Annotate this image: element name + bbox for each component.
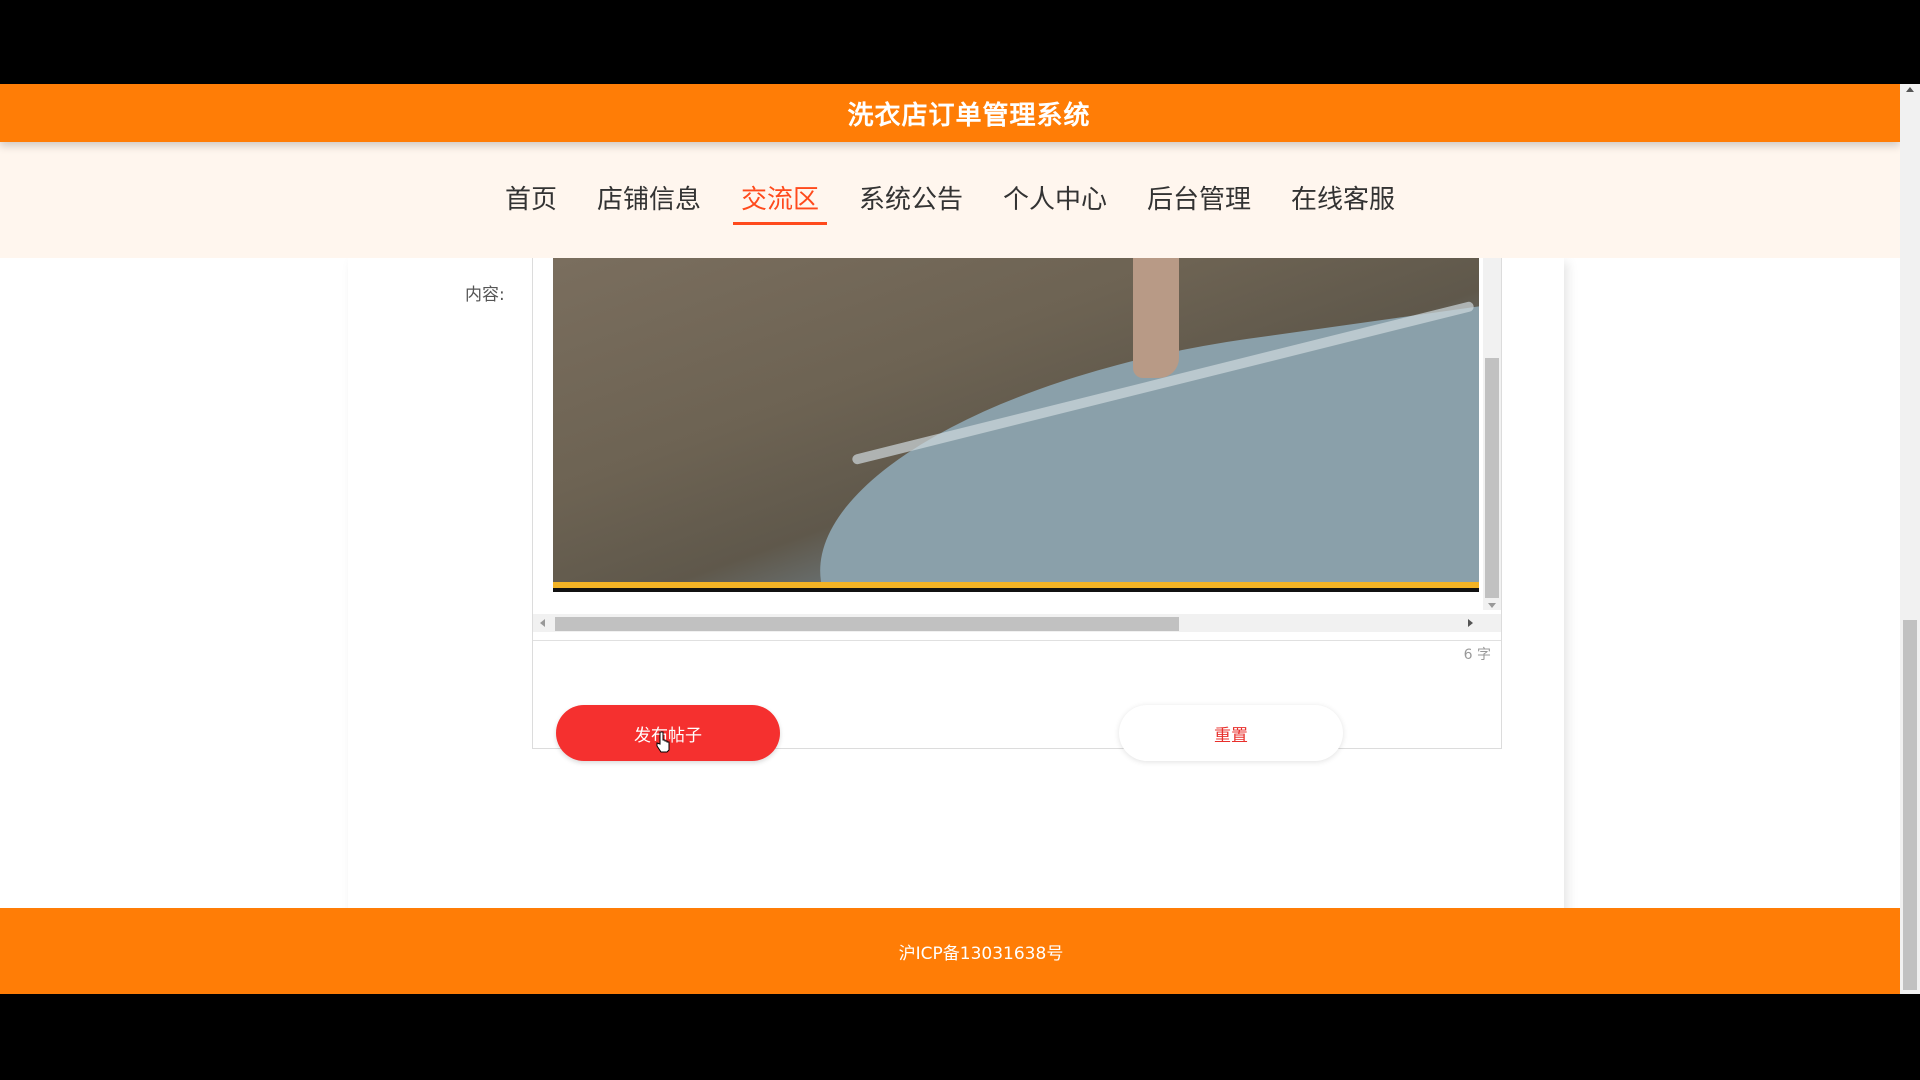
site-header: 洗衣店订单管理系统 (0, 84, 1900, 142)
nav-list: 首页 店铺信息 交流区 系统公告 个人中心 后台管理 在线客服 (0, 142, 1900, 258)
main-nav: 首页 店铺信息 交流区 系统公告 个人中心 后台管理 在线客服 (0, 142, 1900, 258)
nav-item-forum[interactable]: 交流区 (721, 142, 839, 258)
editor-vertical-scroll-thumb[interactable] (1485, 358, 1499, 598)
video-scene-figure (1133, 258, 1179, 378)
browser-viewport: 洗衣店订单管理系统 首页 店铺信息 交流区 系统公告 个人中心 后台管理 在线客… (0, 84, 1900, 994)
nav-item-admin[interactable]: 后台管理 (1127, 142, 1271, 258)
nav-item-home[interactable]: 首页 (485, 142, 577, 258)
video-progress-fill (553, 582, 1479, 588)
scroll-left-arrow-icon[interactable] (540, 619, 545, 627)
page-scroll-thumb[interactable] (1903, 620, 1917, 990)
content-label: 内容: (465, 285, 505, 305)
rich-text-editor[interactable]: 6 字 (532, 258, 1502, 749)
icp-license: 沪ICP备13031638号 (898, 943, 1064, 964)
nav-item-customer-service[interactable]: 在线客服 (1271, 142, 1415, 258)
page-scrollbar[interactable] (1900, 84, 1920, 994)
editor-horizontal-scroll-thumb[interactable] (555, 617, 1179, 631)
reset-button[interactable]: 重置 (1119, 705, 1343, 761)
editor-vertical-scrollbar[interactable] (1483, 258, 1501, 610)
embedded-video[interactable] (553, 258, 1479, 592)
hand-cursor-icon (656, 731, 670, 753)
nav-item-profile[interactable]: 个人中心 (983, 142, 1127, 258)
word-count: 6 字 (1463, 647, 1491, 663)
nav-item-shop-info[interactable]: 店铺信息 (577, 142, 721, 258)
editor-horizontal-scrollbar[interactable] (533, 614, 1501, 632)
editor-status-bar: 6 字 (533, 640, 1501, 665)
site-title: 洗衣店订单管理系统 (847, 100, 1091, 131)
nav-item-announcements[interactable]: 系统公告 (839, 142, 983, 258)
scroll-right-arrow-icon[interactable] (1468, 619, 1473, 627)
page-scroll-up-icon[interactable] (1906, 87, 1914, 92)
scroll-down-arrow-icon[interactable] (1488, 603, 1496, 608)
site-footer: 沪ICP备13031638号 (0, 908, 1900, 994)
reset-label: 重置 (1214, 725, 1248, 746)
video-progress-bar[interactable] (553, 582, 1479, 592)
